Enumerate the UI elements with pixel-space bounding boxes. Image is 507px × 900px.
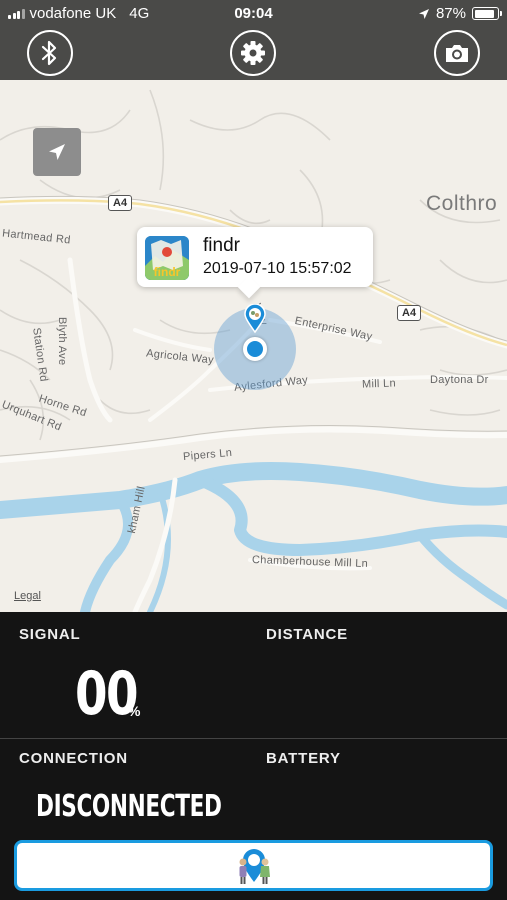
distance-label: DISTANCE: [266, 626, 348, 643]
location-arrow-icon: [49, 144, 65, 160]
gear-icon: [241, 41, 265, 65]
legal-link[interactable]: Legal: [14, 590, 41, 602]
camera-icon: [446, 45, 468, 62]
callout-title: findr: [203, 235, 240, 256]
device-pin-icon[interactable]: [243, 304, 267, 334]
signal-unit: %: [128, 703, 141, 719]
street-label: Blyth Ave: [56, 317, 68, 366]
find-device-button[interactable]: [14, 840, 493, 891]
battery-percent: 87%: [435, 5, 466, 22]
camera-button[interactable]: [434, 30, 480, 76]
road-shield-a4: A4: [108, 195, 133, 211]
user-location-dot: [243, 337, 267, 361]
device-callout[interactable]: findr findr 2019-07-10 15:57:02: [137, 227, 373, 287]
map-view[interactable]: Colthro A4 A4 Hartmead Rd Station Rd Bly…: [0, 80, 507, 612]
status-right: 87%: [418, 5, 502, 22]
place-label: Colthro: [426, 192, 498, 215]
connection-status: DISCONNECTED: [36, 789, 222, 824]
bluetooth-icon: [41, 40, 57, 66]
battery-label: BATTERY: [266, 750, 341, 767]
stats-panel: SIGNAL DISTANCE 00 % CONNECTION BATTERY …: [0, 612, 507, 900]
toolbar: [0, 28, 507, 80]
locate-me-button[interactable]: [33, 128, 81, 176]
road-shield-a4: A4: [397, 305, 422, 321]
svg-text:findr: findr: [154, 265, 181, 279]
status-bar: vodafone UK 4G 09:04 87%: [0, 0, 507, 28]
signal-label: SIGNAL: [19, 626, 81, 643]
bluetooth-button[interactable]: [27, 30, 73, 76]
divider: [0, 738, 507, 739]
findr-logo: findr: [145, 236, 189, 280]
street-label: Mill Ln: [361, 377, 397, 391]
connection-label: CONNECTION: [19, 750, 128, 767]
find-people-pin-icon: [239, 848, 270, 884]
battery-icon: [472, 7, 502, 20]
callout-timestamp: 2019-07-10 15:57:02: [203, 260, 352, 277]
settings-button[interactable]: [230, 30, 276, 76]
street-label: Daytona Dr: [430, 374, 489, 386]
location-arrow-icon: [418, 8, 429, 19]
